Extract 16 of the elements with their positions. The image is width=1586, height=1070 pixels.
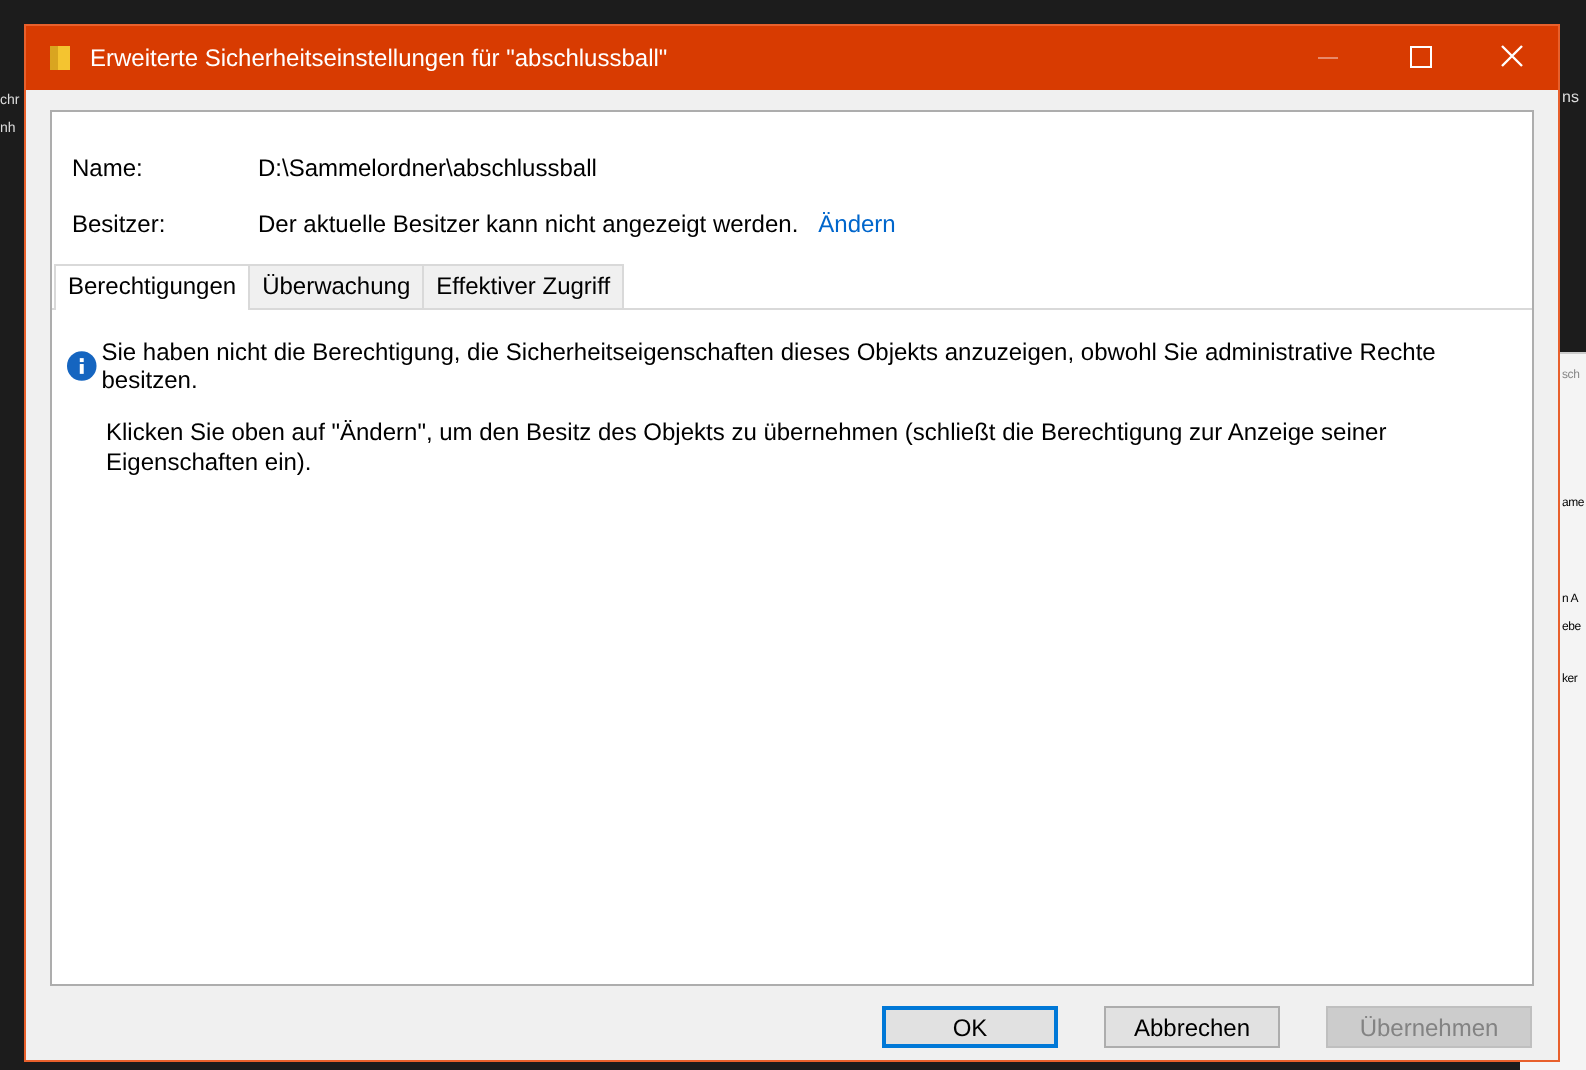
field-label: Besitzer: (72, 210, 168, 238)
folder-icon (50, 44, 70, 72)
field-value: D:\Sammelordner\abschlussball (258, 154, 597, 182)
field-label: Name: (72, 154, 145, 182)
dialog-button[interactable]: OK (882, 1006, 1058, 1048)
change-link[interactable]: Ändern (818, 210, 896, 238)
hint-text: Klicken Sie oben auf "Ändern", um den Besitz des Objekts zu übernehmen (schließt die Berechtigung zur Anzeige seiner Eigenschaften ein). (106, 418, 1389, 478)
window-title: Erweiterte Sicherheitseinstellungen für "abschlussball" (90, 44, 670, 72)
background-text: ns (1562, 88, 1579, 106)
tab[interactable]: Berechtigungen (54, 264, 251, 310)
info-icon (66, 350, 98, 382)
tab[interactable]: Überwachung (248, 264, 425, 308)
tab[interactable]: Effektiver Zugriff (422, 264, 625, 308)
field-value: Der aktuelle Besitzer kann nicht angezeigt werden. (258, 210, 799, 238)
info-message: Sie haben nicht die Berechtigung, die Sicherheitseigenschaften dieses Objekts anzuzeigen, obwohl Sie administrative Rechte besitzen. (101, 338, 1438, 394)
dialog-button[interactable]: Abbrechen (1104, 1006, 1280, 1048)
